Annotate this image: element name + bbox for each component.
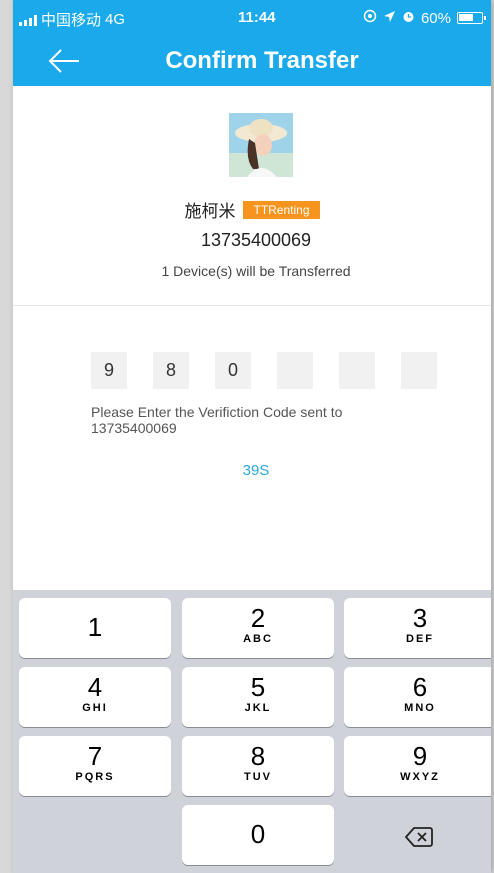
battery-icon bbox=[457, 12, 486, 24]
key-4-digit: 4 bbox=[87, 672, 103, 702]
code-digit-5[interactable] bbox=[339, 352, 375, 389]
key-6-digit: 6 bbox=[412, 672, 428, 702]
network-label: 4G bbox=[105, 11, 126, 28]
key-4[interactable]: 4 GHI bbox=[19, 667, 171, 727]
page-title: Confirm Transfer bbox=[165, 47, 359, 74]
code-digit-3[interactable]: 0 bbox=[215, 352, 251, 389]
verification-prompt: Please Enter the Verifiction Code sent t… bbox=[91, 404, 343, 436]
carrier-label: 中国移动 bbox=[41, 12, 102, 29]
code-digit-6[interactable] bbox=[401, 352, 437, 389]
key-0[interactable]: 0 bbox=[182, 805, 334, 865]
key-9[interactable]: 9 WXYZ bbox=[344, 736, 491, 796]
key-2[interactable]: 2 ABC bbox=[182, 598, 334, 658]
status-left: 中国移动 4G bbox=[19, 9, 125, 30]
code-input-group[interactable]: 9 8 0 bbox=[91, 352, 437, 389]
rotation-lock-icon bbox=[363, 9, 377, 27]
status-right: 60% bbox=[363, 9, 486, 27]
key-9-letters: WXYZ bbox=[400, 771, 440, 783]
brand-badge: TTRenting bbox=[243, 200, 320, 219]
backspace-icon bbox=[405, 826, 433, 853]
key-3[interactable]: 3 DEF bbox=[344, 598, 491, 658]
key-8-letters: TUV bbox=[244, 771, 272, 783]
location-icon bbox=[383, 10, 396, 27]
key-8[interactable]: 8 TUV bbox=[182, 736, 334, 796]
divider bbox=[13, 305, 491, 306]
backspace-key[interactable] bbox=[343, 808, 491, 868]
name-row: 施柯米 TTRenting bbox=[13, 197, 491, 222]
key-6[interactable]: 6 MNO bbox=[344, 667, 491, 727]
user-name: 施柯米 bbox=[184, 202, 236, 221]
key-0-digit: 0 bbox=[250, 819, 266, 849]
key-9-digit: 9 bbox=[412, 741, 428, 771]
status-bar: 中国移动 4G 11:44 60% bbox=[13, 0, 491, 36]
key-7[interactable]: 7 PQRS bbox=[19, 736, 171, 796]
key-7-digit: 7 bbox=[87, 741, 103, 771]
key-1[interactable]: 1 bbox=[19, 598, 171, 658]
code-digit-4[interactable] bbox=[277, 352, 313, 389]
key-5[interactable]: 5 JKL bbox=[182, 667, 334, 727]
numeric-keypad: 1 2 ABC 3 DEF 4 GHI 5 JKL 6 MNO 7 PQRS 8… bbox=[13, 590, 491, 873]
key-2-digit: 2 bbox=[250, 603, 266, 633]
avatar bbox=[229, 113, 293, 177]
key-6-letters: MNO bbox=[404, 702, 436, 714]
key-3-digit: 3 bbox=[412, 603, 428, 633]
key-2-letters: ABC bbox=[243, 633, 273, 645]
key-8-digit: 8 bbox=[250, 741, 266, 771]
clock: 11:44 bbox=[238, 9, 276, 26]
alarm-icon bbox=[402, 10, 415, 27]
battery-percent: 60% bbox=[420, 9, 451, 27]
code-digit-1[interactable]: 9 bbox=[91, 352, 127, 389]
code-digit-2[interactable]: 8 bbox=[153, 352, 189, 389]
key-5-letters: JKL bbox=[244, 702, 272, 714]
key-1-digit: 1 bbox=[87, 612, 103, 642]
resend-countdown[interactable]: 39S bbox=[13, 462, 491, 479]
key-7-letters: PQRS bbox=[75, 771, 115, 783]
devices-count-text: 1 Device(s) will be Transferred bbox=[161, 263, 351, 279]
key-5-digit: 5 bbox=[250, 672, 266, 702]
phone-screen: 中国移动 4G 11:44 60% Confirm Transfer 施柯米 T… bbox=[13, 0, 491, 873]
phone-number: 13735400069 bbox=[200, 230, 312, 250]
nav-bar: Confirm Transfer bbox=[13, 36, 491, 86]
signal-icon bbox=[19, 14, 37, 26]
key-3-letters: DEF bbox=[406, 633, 434, 645]
key-4-letters: GHI bbox=[82, 702, 108, 714]
